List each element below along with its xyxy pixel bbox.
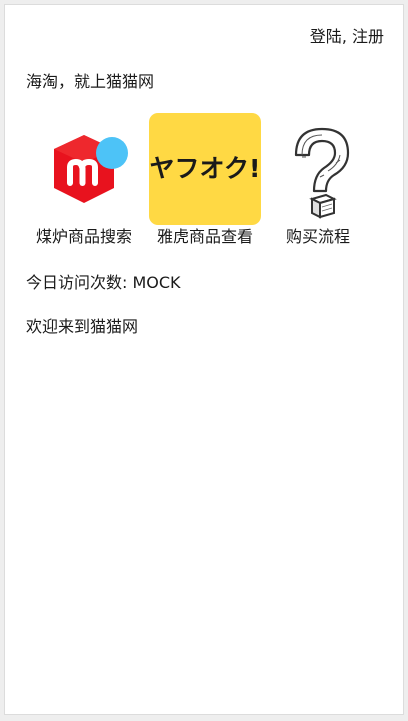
auth-links: 登陆, 注册 [310, 27, 384, 47]
yahoo-auction-tile[interactable]: ヤフオク! 雅虎商品查看 [148, 113, 262, 247]
visit-count: 今日访问次数: MOCK [26, 273, 181, 293]
mercari-search-tile[interactable]: 煤炉商品搜索 [27, 113, 141, 247]
mercari-search-label: 煤炉商品搜索 [35, 227, 132, 246]
yahoo-logo-text: ヤフオク! [150, 154, 261, 183]
question-mark-icon [262, 113, 374, 225]
visit-count-label: 今日访问次数: [26, 273, 133, 292]
page-container: 登陆, 注册 海淘，就上猫猫网 煤炉商品搜索 ヤフオク! 雅虎商品查看 购买流程… [4, 4, 404, 715]
yahoo-auction-label: 雅虎商品查看 [156, 227, 253, 246]
register-link[interactable]: 注册 [352, 27, 384, 46]
auth-separator: , [341, 27, 352, 46]
yahoo-auction-logo-icon: ヤフオク! [149, 113, 261, 225]
visit-count-value: MOCK [132, 273, 181, 292]
login-link[interactable]: 登陆 [310, 27, 342, 46]
purchase-process-tile[interactable]: 购买流程 [261, 113, 375, 247]
purchase-process-label: 购买流程 [285, 227, 350, 246]
welcome-message: 欢迎来到猫猫网 [26, 317, 139, 336]
mercari-logo-icon [28, 113, 140, 225]
tagline: 海淘，就上猫猫网 [26, 72, 155, 91]
